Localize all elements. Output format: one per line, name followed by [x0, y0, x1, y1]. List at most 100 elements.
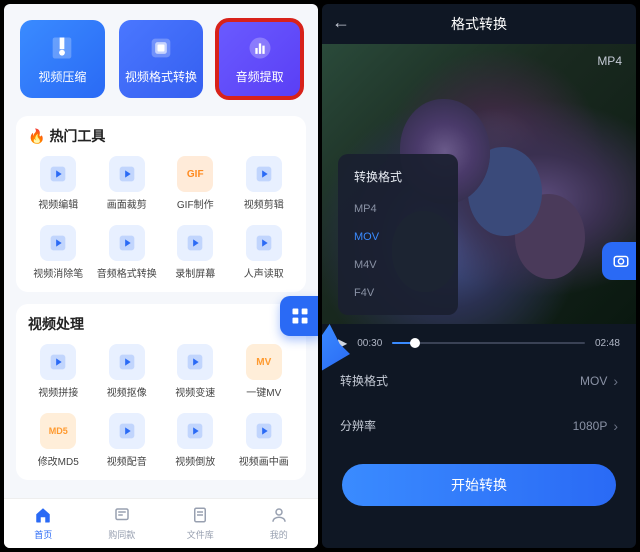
audio-icon — [246, 34, 274, 62]
tool-item[interactable]: 视频消除笔 — [24, 221, 93, 286]
tool-label: 画面裁剪 — [107, 196, 147, 211]
option-label: 分辨率 — [340, 417, 376, 434]
back-button[interactable]: ← — [332, 12, 350, 33]
tool-label: 视频抠像 — [107, 384, 147, 399]
format-panel: 转换格式 MP4MOVM4VF4V — [338, 154, 458, 315]
flame-icon: 🔥 — [28, 128, 45, 145]
compress-icon — [48, 34, 76, 62]
tool-icon — [177, 344, 213, 380]
tool-label: 人声读取 — [244, 265, 284, 280]
section-title: 🔥 热门工具 — [24, 126, 298, 152]
format-option[interactable]: F4V — [338, 279, 458, 307]
camera-icon — [612, 252, 630, 270]
option-value: 1080P › — [573, 418, 618, 434]
format-option[interactable]: M4V — [338, 251, 458, 279]
tool-item[interactable]: 视频画中画 — [230, 409, 299, 474]
tool-item[interactable]: 视频剪辑 — [230, 152, 299, 217]
tool-label: 修改MD5 — [38, 453, 79, 468]
option-row[interactable]: 分辨率 1080P › — [322, 403, 636, 448]
tab-icon — [191, 506, 209, 526]
option-label: 转换格式 — [340, 372, 388, 389]
phone-left: 视频压缩 视频格式转换 音频提取 🔥 热门工具 视频编辑 画面裁剪 GIF GIF制作… — [4, 4, 318, 548]
tab-label: 文件库 — [187, 528, 214, 541]
grid-icon — [290, 306, 310, 326]
option-row[interactable]: 转换格式 MOV › — [322, 358, 636, 403]
hero-label: 视频压缩 — [38, 68, 86, 85]
time-total: 02:48 — [595, 338, 620, 349]
tab-0[interactable]: 首页 — [4, 499, 83, 548]
tool-item[interactable]: 视频倒放 — [161, 409, 230, 474]
tab-2[interactable]: 文件库 — [161, 499, 240, 548]
tab-3[interactable]: 我的 — [240, 499, 319, 548]
tool-item[interactable]: MV 一键MV — [230, 340, 299, 405]
tool-item[interactable]: GIF GIF制作 — [161, 152, 230, 217]
player-bar: ▶ 00:30 02:48 — [322, 324, 636, 358]
tool-icon — [40, 344, 76, 380]
hero-video-compress[interactable]: 视频压缩 — [20, 20, 105, 98]
tool-grid: 视频拼接 视频抠像 视频变速 MV 一键MV MD5修改MD5 视频配音 视频倒放 视频画中画 — [24, 340, 298, 474]
time-current: 00:30 — [357, 338, 382, 349]
format-panel-title: 转换格式 — [338, 168, 458, 195]
chevron-right-icon: › — [613, 373, 618, 389]
tool-icon: GIF — [177, 156, 213, 192]
tool-icon — [177, 413, 213, 449]
seek-track[interactable] — [392, 342, 585, 344]
format-option[interactable]: MOV — [338, 223, 458, 251]
tool-icon — [246, 225, 282, 261]
phone-right: ← 格式转换 MP4 转换格式 MP4MOVM4VF4V ▶ 00:30 02:… — [322, 4, 636, 548]
tool-item[interactable]: 音频格式转换 — [93, 221, 162, 286]
option-value: MOV › — [580, 373, 618, 389]
tool-label: 音频格式转换 — [97, 265, 157, 280]
hero-row: 视频压缩 视频格式转换 音频提取 — [4, 4, 318, 110]
tool-label: 一键MV — [246, 384, 281, 399]
tool-label: 视频编辑 — [38, 196, 78, 211]
tool-item[interactable]: 视频变速 — [161, 340, 230, 405]
tool-item[interactable]: 人声读取 — [230, 221, 299, 286]
tool-icon — [109, 225, 145, 261]
tool-label: 视频倒放 — [175, 453, 215, 468]
chevron-right-icon: › — [613, 418, 618, 434]
tab-label: 首页 — [34, 528, 52, 541]
hero-label: 视频格式转换 — [125, 68, 197, 85]
tool-label: 视频变速 — [175, 384, 215, 399]
tool-icon — [40, 225, 76, 261]
format-icon — [147, 34, 175, 62]
hero-video-format[interactable]: 视频格式转换 — [119, 20, 204, 98]
section-video-proc: 视频处理 视频拼接视频抠像视频变速MV一键MVMD5修改MD5视频配音视频倒放视… — [16, 304, 306, 480]
tool-item[interactable]: 画面裁剪 — [93, 152, 162, 217]
tool-item[interactable]: 视频抠像 — [93, 340, 162, 405]
tool-label: 视频配音 — [107, 453, 147, 468]
tool-icon — [109, 156, 145, 192]
tool-icon — [109, 413, 145, 449]
tool-icon — [246, 413, 282, 449]
tab-1[interactable]: 购同款 — [83, 499, 162, 548]
camera-button[interactable] — [602, 242, 636, 280]
float-menu-button[interactable] — [280, 296, 318, 336]
video-preview[interactable]: MP4 转换格式 MP4MOVM4VF4V — [322, 44, 636, 324]
tool-icon — [177, 225, 213, 261]
format-badge: MP4 — [597, 54, 622, 68]
hero-audio-extract[interactable]: 音频提取 — [217, 20, 302, 98]
hero-label: 音频提取 — [236, 68, 284, 85]
tabbar: 首页 购同款文件库 我的 — [4, 498, 318, 548]
tool-label: GIF制作 — [177, 196, 214, 211]
page-title: 格式转换 — [451, 14, 507, 34]
section-title: 视频处理 — [24, 314, 298, 340]
tool-label: 视频画中画 — [239, 453, 289, 468]
tool-label: 录制屏幕 — [175, 265, 215, 280]
tool-icon — [40, 156, 76, 192]
tool-item[interactable]: MD5修改MD5 — [24, 409, 93, 474]
convert-button[interactable]: 开始转换 — [342, 464, 616, 506]
tool-item[interactable]: 录制屏幕 — [161, 221, 230, 286]
format-option[interactable]: MP4 — [338, 195, 458, 223]
tool-icon — [246, 156, 282, 192]
tab-icon — [270, 506, 288, 526]
tool-item[interactable]: 视频配音 — [93, 409, 162, 474]
tool-icon — [109, 344, 145, 380]
tool-label: 视频拼接 — [38, 384, 78, 399]
tool-label: 视频剪辑 — [244, 196, 284, 211]
tool-item[interactable]: 视频编辑 — [24, 152, 93, 217]
tool-icon: MV — [246, 344, 282, 380]
tab-icon — [34, 506, 52, 526]
tool-item[interactable]: 视频拼接 — [24, 340, 93, 405]
